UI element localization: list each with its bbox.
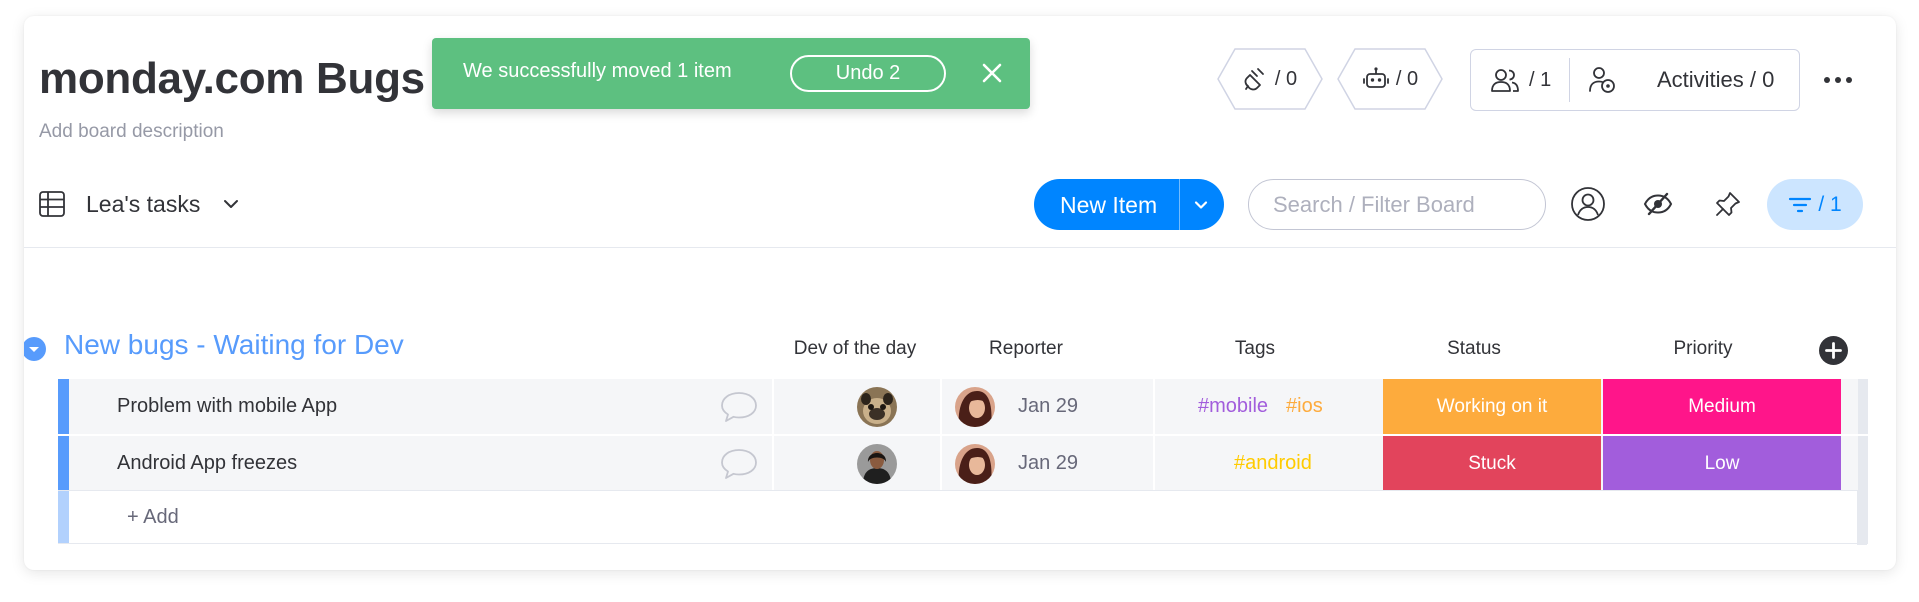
members-activities-box: / 1 Activities / 0 bbox=[1470, 49, 1800, 111]
item-name[interactable]: Problem with mobile App bbox=[117, 395, 337, 418]
divider bbox=[24, 247, 1896, 248]
board-card: monday.com Bugs Queue Add board descript… bbox=[24, 16, 1896, 570]
chat-bubble-icon[interactable] bbox=[719, 390, 759, 424]
cell-divider bbox=[772, 436, 774, 491]
cell-divider bbox=[1153, 436, 1155, 491]
filter-count: / 1 bbox=[1818, 192, 1842, 216]
plug-icon bbox=[1244, 68, 1264, 91]
avatar[interactable] bbox=[955, 387, 995, 427]
members-button[interactable]: / 1 bbox=[1489, 50, 1551, 110]
integrations-button[interactable]: / 0 bbox=[1217, 48, 1323, 110]
activities-button[interactable]: Activities / 0 bbox=[1587, 50, 1774, 110]
chat-bubble-icon[interactable] bbox=[719, 447, 759, 481]
dot bbox=[1835, 77, 1841, 83]
activity-icon bbox=[1589, 67, 1615, 93]
person-icon bbox=[1571, 187, 1605, 221]
group-collapse-button[interactable] bbox=[24, 337, 46, 361]
status-cell[interactable]: Stuck bbox=[1383, 436, 1601, 491]
row-color-bar bbox=[58, 436, 69, 491]
add-item-row[interactable]: + Add bbox=[58, 490, 1868, 545]
tag-ios[interactable]: #ios bbox=[1286, 395, 1323, 418]
pin-button[interactable] bbox=[1710, 186, 1746, 222]
cell-divider bbox=[772, 379, 774, 434]
person-filter-button[interactable] bbox=[1570, 186, 1606, 222]
column-header-reporter[interactable]: Reporter bbox=[921, 338, 1131, 360]
chevron-down-icon bbox=[29, 347, 39, 352]
group-title[interactable]: New bugs - Waiting for Dev bbox=[64, 329, 404, 361]
status-cell[interactable]: Working on it bbox=[1383, 379, 1601, 434]
plus-icon bbox=[1825, 342, 1842, 359]
divider bbox=[1569, 58, 1570, 102]
reporter-date: Jan 29 bbox=[1018, 395, 1079, 417]
row-color-bar bbox=[58, 491, 69, 543]
dot bbox=[1824, 77, 1830, 83]
tag-mobile[interactable]: #mobile bbox=[1198, 395, 1268, 418]
cell-divider bbox=[940, 379, 942, 434]
view-selector[interactable]: Lea's tasks bbox=[38, 188, 240, 220]
row-end-cap bbox=[1857, 490, 1867, 545]
success-toast: We successfully moved 1 item Undo 2 bbox=[432, 38, 1030, 109]
dot bbox=[1846, 77, 1852, 83]
more-options-button[interactable] bbox=[1824, 74, 1854, 86]
activities-label: Activities / 0 bbox=[1657, 67, 1775, 92]
undo-button[interactable]: Undo 2 bbox=[790, 55, 946, 92]
close-icon[interactable] bbox=[979, 60, 1005, 86]
row-end-cap bbox=[1858, 436, 1868, 491]
search-input[interactable] bbox=[1248, 179, 1546, 230]
filter-button[interactable]: / 1 bbox=[1767, 179, 1863, 230]
divider bbox=[1179, 179, 1180, 230]
table-row[interactable]: Problem with mobile App Jan 29 #mobile #… bbox=[58, 379, 1868, 434]
add-item-label[interactable]: + Add bbox=[127, 506, 179, 529]
add-column-button[interactable] bbox=[1819, 336, 1848, 365]
cell-divider bbox=[940, 436, 942, 491]
priority-cell[interactable]: Low bbox=[1603, 436, 1841, 491]
view-label: Lea's tasks bbox=[86, 190, 201, 217]
new-item-button[interactable]: New Item bbox=[1034, 179, 1224, 230]
column-header-priority[interactable]: Priority bbox=[1578, 338, 1828, 360]
column-header-status[interactable]: Status bbox=[1349, 338, 1599, 360]
avatar[interactable] bbox=[857, 444, 897, 484]
row-end-cap bbox=[1858, 379, 1868, 434]
tag-android[interactable]: #android bbox=[1234, 452, 1312, 475]
priority-cell[interactable]: Medium bbox=[1603, 379, 1841, 434]
column-header-tags[interactable]: Tags bbox=[1130, 338, 1380, 360]
robot-icon bbox=[1362, 67, 1389, 88]
integrations-count: / 0 bbox=[1274, 67, 1298, 90]
pin-icon bbox=[1716, 192, 1740, 216]
toast-message: We successfully moved 1 item bbox=[463, 60, 732, 82]
avatar[interactable] bbox=[955, 444, 995, 484]
eye-off-icon bbox=[1643, 192, 1673, 216]
table-row[interactable]: Android App freezes Jan 29 #android Stuc… bbox=[58, 436, 1868, 491]
hide-columns-button[interactable] bbox=[1640, 186, 1676, 222]
people-icon bbox=[1491, 69, 1519, 92]
item-name[interactable]: Android App freezes bbox=[117, 452, 297, 475]
row-color-bar bbox=[58, 379, 69, 434]
filter-icon bbox=[1789, 197, 1812, 212]
new-item-label: New Item bbox=[1060, 192, 1158, 218]
chevron-down-icon[interactable] bbox=[1191, 195, 1211, 215]
table-icon bbox=[39, 191, 65, 217]
reporter-date: Jan 29 bbox=[1018, 452, 1079, 474]
board-description[interactable]: Add board description bbox=[39, 121, 224, 143]
automations-button[interactable]: / 0 bbox=[1337, 48, 1443, 110]
members-count: / 1 bbox=[1529, 68, 1552, 91]
chevron-down-icon bbox=[224, 200, 239, 208]
automations-count: / 0 bbox=[1395, 67, 1419, 90]
avatar[interactable] bbox=[857, 387, 897, 427]
cell-divider bbox=[1153, 379, 1155, 434]
